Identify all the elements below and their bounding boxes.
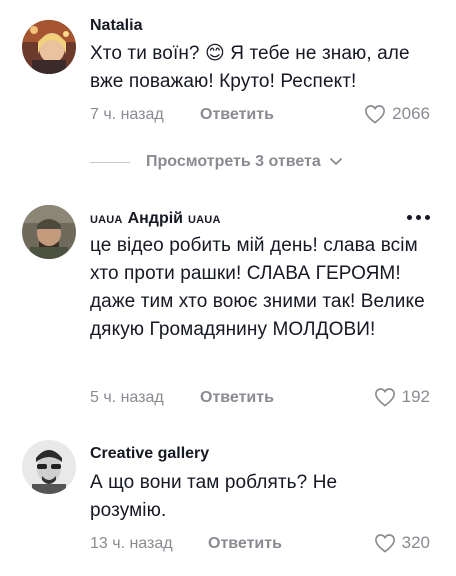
reply-button[interactable]: Ответить — [208, 535, 282, 553]
like-button[interactable]: 192 — [374, 387, 430, 407]
username[interactable]: UAUA Андрій UAUA — [90, 210, 221, 228]
username-text: Creative gallery — [90, 445, 210, 462]
flag-badge: UAUA — [188, 214, 221, 226]
more-dot — [425, 215, 430, 220]
avatar[interactable] — [22, 440, 76, 494]
like-count: 2066 — [392, 104, 430, 123]
username[interactable]: Natalia — [90, 17, 142, 35]
username-text: Андрій — [127, 210, 184, 227]
like-count: 320 — [401, 533, 430, 552]
like-button[interactable]: 2066 — [364, 104, 430, 124]
view-replies-button[interactable]: Просмотреть 3 ответа — [90, 148, 343, 176]
like-button[interactable]: 320 — [374, 533, 430, 553]
comment-text: це відео робить мій день! слава всім хто… — [90, 235, 425, 340]
comment-text: А що вони там роблять? Не розумію. — [90, 472, 338, 521]
avatar[interactable] — [22, 205, 76, 259]
comment-timestamp: 5 ч. назад — [90, 389, 164, 406]
more-dot — [407, 215, 412, 220]
replies-divider — [90, 161, 130, 163]
like-count: 192 — [401, 387, 430, 406]
comment-timestamp: 7 ч. назад — [90, 106, 164, 123]
heart-icon — [374, 534, 395, 553]
username-text: Natalia — [90, 17, 143, 34]
username[interactable]: Creative gallery — [90, 445, 209, 463]
flag-badge: UAUA — [90, 214, 123, 226]
more-dot — [416, 215, 421, 220]
heart-icon — [365, 105, 386, 124]
more-options-icon[interactable] — [407, 215, 430, 220]
reply-button[interactable]: Ответить — [200, 389, 274, 407]
reply-button[interactable]: Ответить — [200, 106, 274, 124]
comment-timestamp: 13 ч. назад — [90, 535, 173, 552]
heart-icon — [374, 388, 395, 407]
chevron-down-icon — [329, 158, 342, 165]
comment-text: Хто ти воїн? 😊 Я тебе не знаю, але вже п… — [90, 43, 410, 92]
avatar[interactable] — [22, 20, 76, 74]
view-replies-label: Просмотреть 3 ответа — [146, 153, 321, 170]
